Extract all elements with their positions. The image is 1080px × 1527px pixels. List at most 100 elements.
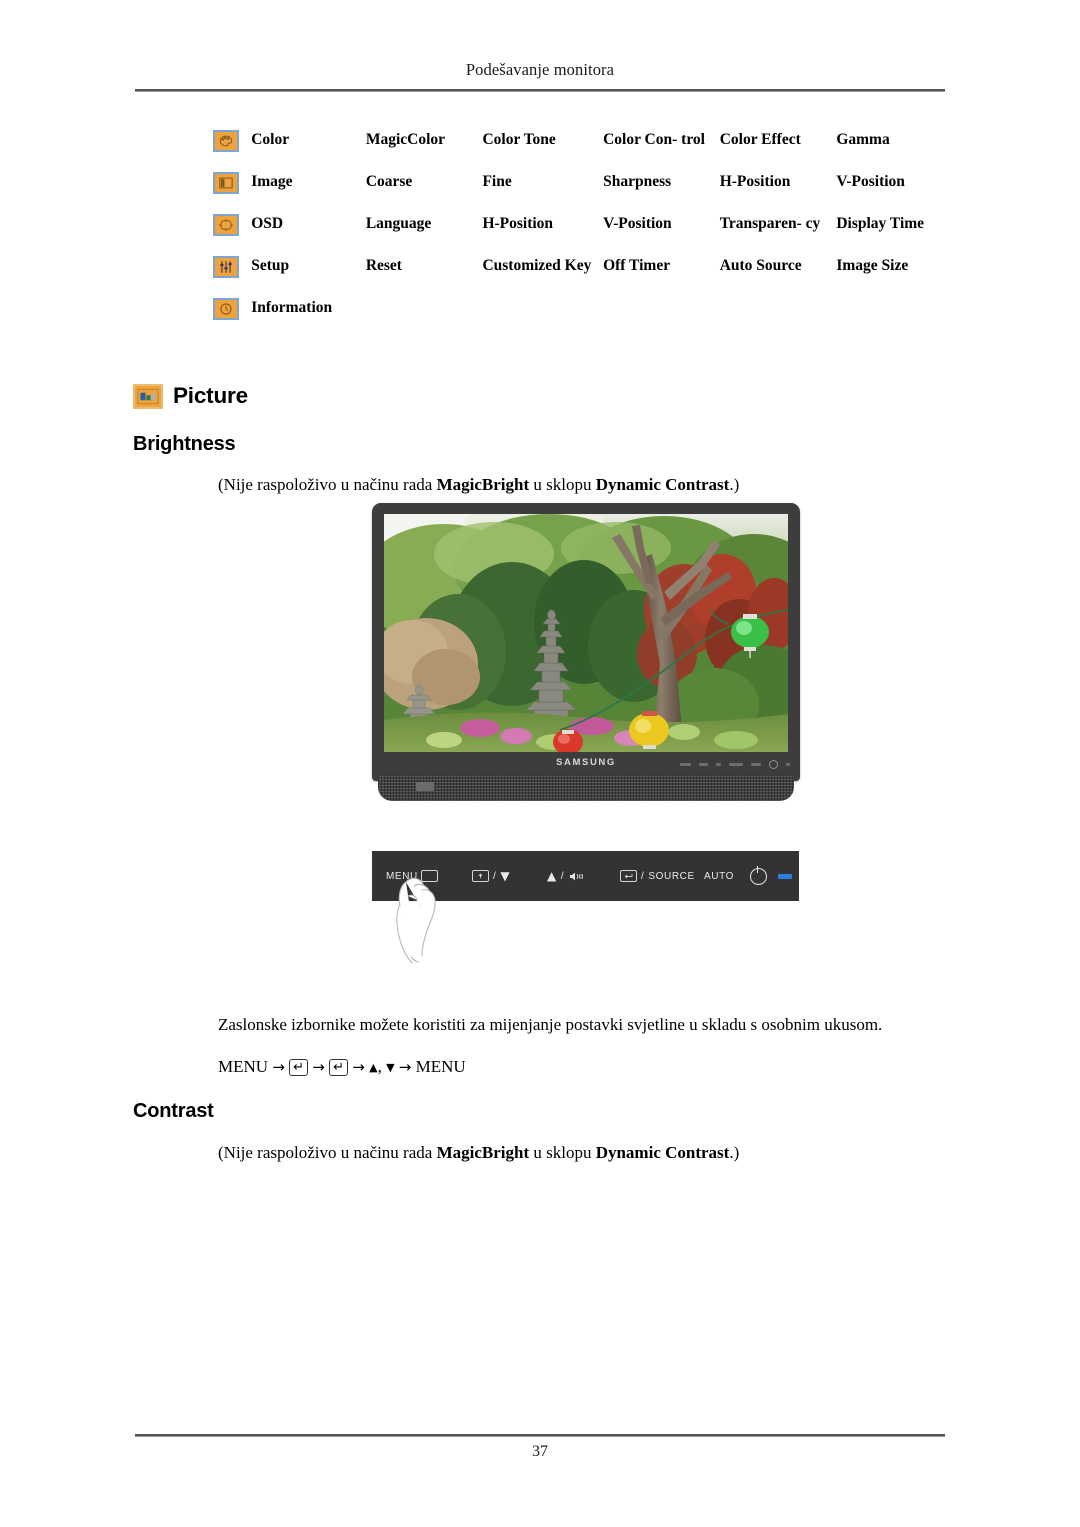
power-icon: [750, 865, 767, 885]
control-separator: /: [641, 870, 645, 882]
menu-item: Auto Source: [719, 256, 802, 274]
picture-section-heading: Picture: [133, 383, 248, 409]
bezel-button-up[interactable]: [716, 762, 721, 766]
row-icon-cell: [213, 297, 251, 340]
menu-item: Transparen- cy: [719, 214, 821, 232]
control-auto-button[interactable]: AUTO: [704, 871, 734, 882]
picture-icon: [133, 383, 163, 409]
table-row: Color MagicColor Color Tone Color Con- t…: [213, 130, 953, 172]
menu-path-end: MENU: [415, 1057, 466, 1076]
up-triangle-icon: ▲: [547, 869, 557, 883]
page-header-title: Podešavanje monitora: [465, 60, 615, 79]
document-page: Podešavanje monitora Color MagicColor Co…: [0, 0, 1080, 1527]
menu-item: Reset: [365, 256, 402, 274]
page-number: 37: [532, 1443, 548, 1460]
menu-item: V-Position: [836, 172, 905, 190]
arrow-icon: →: [312, 1058, 325, 1076]
monitor-illustration: SAMSUNG: [372, 503, 800, 803]
bezel-button-source[interactable]: [729, 762, 743, 766]
note-text-mid: u sklopu: [529, 1143, 596, 1162]
note-bold-magicbright: MagicBright: [436, 1143, 530, 1162]
note-bold-magicbright: MagicBright: [436, 475, 530, 494]
row-icon-cell: [213, 255, 251, 298]
power-led-icon: [778, 873, 792, 879]
osd-window-icon: [213, 213, 239, 236]
menu-box-icon: [420, 870, 438, 882]
menu-item: Customized Key: [482, 256, 592, 274]
monitor-stand-base: [378, 775, 794, 801]
menu-item: Sharpness: [603, 172, 672, 190]
note-text-post: .): [729, 475, 740, 494]
sliders-setup-icon: [213, 255, 239, 278]
base-badge: [416, 782, 434, 791]
contrast-availability-note: (Nije raspoloživo u načinu rada MagicBri…: [218, 1142, 938, 1165]
monitor-control-panel[interactable]: MENU / ▼ ▲ / / SOURCE AUTO: [372, 851, 799, 901]
menu-category-label: OSD: [251, 214, 284, 232]
screen-garden-photo: [384, 514, 788, 752]
arrow-icon: →: [352, 1058, 365, 1076]
menu-item: Color Con- trol: [603, 131, 705, 148]
bezel-power-icon[interactable]: [769, 759, 778, 769]
header-divider: [135, 89, 945, 92]
monitor-screen: [384, 514, 788, 752]
note-text-mid: u sklopu: [529, 475, 596, 494]
control-power-button[interactable]: [750, 865, 767, 885]
note-bold-dynamic-contrast: Dynamic Contrast: [595, 1143, 730, 1162]
row-icon-cell: [213, 130, 251, 172]
osd-menu-table: Color MagicColor Color Tone Color Con- t…: [213, 130, 953, 340]
menu-path-comma: ,: [377, 1057, 382, 1076]
bezel-led-indicator: [786, 762, 790, 766]
enter-key-icon: ↵: [329, 1059, 349, 1076]
menu-item: [836, 298, 953, 340]
control-auto-label: AUTO: [704, 870, 734, 882]
monitor-bezel-buttons[interactable]: [680, 759, 790, 769]
arrow-icon: →: [272, 1058, 285, 1076]
image-frame-icon: [213, 171, 239, 194]
enter-source-icon: [620, 870, 637, 882]
control-volume-up-button[interactable]: ▲ /: [547, 869, 584, 883]
menu-item: V-Position: [603, 214, 672, 232]
control-brightness-down-button[interactable]: / ▼: [472, 870, 510, 882]
menu-item: Gamma: [836, 131, 890, 148]
contrast-heading: Contrast: [133, 1100, 214, 1122]
bezel-button-down[interactable]: [699, 762, 708, 766]
menu-path-start: MENU: [218, 1057, 269, 1076]
menu-item: [482, 298, 603, 340]
table-row: Information: [213, 297, 953, 340]
bezel-button-auto[interactable]: [751, 762, 761, 766]
control-source-button[interactable]: / SOURCE: [620, 870, 695, 882]
menu-item: [366, 298, 483, 340]
control-separator: /: [560, 870, 565, 882]
picture-heading-label: Picture: [173, 383, 248, 408]
table-row: OSD Language H-Position V-Position Trans…: [213, 213, 953, 256]
volume-speaker-icon: [568, 871, 584, 882]
arrow-icon: →: [398, 1058, 412, 1076]
brightness-availability-note: (Nije raspoloživo u načinu rada MagicBri…: [218, 474, 938, 497]
menu-item: Image Size: [836, 256, 909, 274]
brightness-menu-path: MENU → ↵ → ↵ → ▲, ▼ → MENU: [218, 1056, 958, 1079]
control-menu-label: MENU: [386, 870, 418, 882]
menu-item: Language: [365, 214, 432, 232]
menu-category-label: Information: [251, 298, 333, 316]
control-menu-button[interactable]: MENU: [386, 870, 438, 882]
monitor-bezel: SAMSUNG: [372, 503, 800, 781]
row-icon-cell: [213, 213, 251, 256]
menu-item: [603, 298, 720, 340]
footer-divider: [135, 1434, 945, 1437]
down-triangle-icon: ▼: [386, 1061, 395, 1074]
table-row: Setup Reset Customized Key Off Timer Aut…: [213, 255, 953, 298]
menu-item: H-Position: [482, 214, 554, 232]
menu-item: H-Position: [719, 172, 791, 190]
menu-category-label: Color: [251, 131, 290, 148]
power-led-indicator: [778, 873, 792, 879]
menu-item: [720, 298, 837, 340]
enter-key-icon: ↵: [289, 1059, 309, 1076]
color-palette-icon: [213, 130, 239, 152]
menu-item: Display Time: [836, 214, 925, 232]
bezel-button-menu[interactable]: [680, 762, 691, 766]
menu-item: Color Effect: [719, 131, 801, 148]
menu-category-label: Image: [251, 172, 293, 190]
menu-item: Color Tone: [482, 131, 556, 148]
brightness-description: Zaslonske izbornike možete koristiti za …: [218, 1015, 883, 1034]
table-row: Image Coarse Fine Sharpness H-Position V…: [213, 171, 953, 214]
